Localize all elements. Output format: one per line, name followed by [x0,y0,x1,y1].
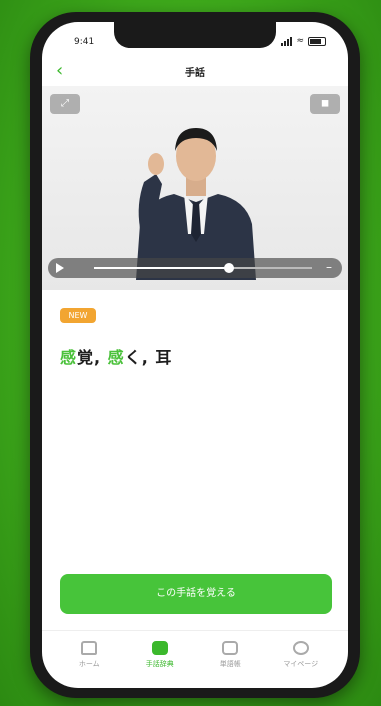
tab-dictionary[interactable]: 手話辞典 [130,631,190,688]
status-bar: 9:41 ≈ [42,36,348,52]
sign-video-player[interactable]: ⤢ ◼ – [42,86,348,290]
dictionary-icon [151,641,168,655]
word-part: 感 [107,348,125,367]
word-part: 感 [60,348,78,367]
progress-track[interactable] [94,263,312,273]
home-icon [81,641,98,655]
expand-icon[interactable]: ⤢ [50,94,80,114]
status-time: 9:41 [74,37,95,47]
progress-handle[interactable] [224,263,235,273]
signal-icon [281,36,293,46]
collapse-icon[interactable]: – [326,260,332,274]
tab-label: ホーム [78,660,100,668]
tab-bar: ホーム 手話辞典 単語帳 マイページ [42,630,348,688]
progress-fill [94,267,230,269]
sign-word: 感覚, 感く, 耳 [60,344,172,368]
nav-bar: ‹ 手話 [42,58,348,84]
wifi-icon: ≈ [296,36,304,46]
book-icon [222,641,239,655]
app-screen: 9:41 ≈ ‹ 手話 ⤢ ◼ – NEW 感覚, 感く, 耳 この手話を覚える… [42,22,348,688]
tab-mypage[interactable]: マイページ [271,631,331,688]
video-controls: – [48,258,342,278]
status-badge: NEW [60,308,96,323]
tab-label: 手話辞典 [145,660,174,668]
play-icon[interactable] [56,263,64,273]
tab-label: 単語帳 [219,660,241,668]
tab-label: マイページ [283,660,319,668]
page-title: 手話 [185,68,205,79]
tab-home[interactable]: ホーム [59,631,119,688]
battery-icon [308,36,326,46]
memorize-button[interactable]: この手話を覚える [60,574,332,614]
word-part: く, 耳 [124,348,173,367]
signer-figure [136,128,256,280]
status-icons: ≈ [281,36,326,46]
tab-wordbook[interactable]: 単語帳 [200,631,260,688]
volume-icon[interactable]: ◼ [310,94,340,114]
profile-icon [292,641,309,655]
word-part: 覚, [77,348,108,367]
